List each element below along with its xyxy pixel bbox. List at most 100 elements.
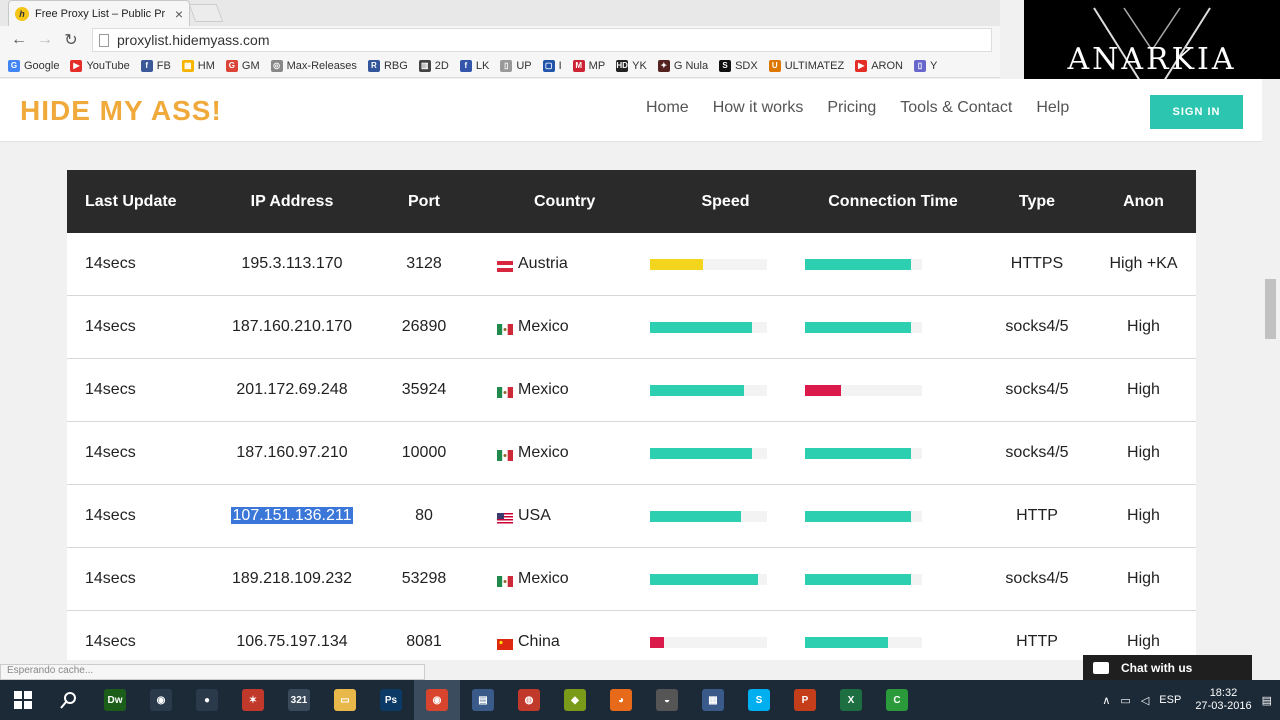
ip-text[interactable]: 187.160.97.210	[236, 444, 347, 461]
page-scrollbar[interactable]	[1262, 79, 1280, 660]
taskbar-skype-button[interactable]: S	[736, 680, 782, 720]
table-row[interactable]: 14secs 195.3.113.170 3128 Austria HTTPS High …	[67, 233, 1196, 296]
country-flag-icon	[497, 448, 513, 461]
bookmark-item[interactable]: ▶ YouTube	[70, 59, 130, 72]
taskbar-powerpoint-button[interactable]: P	[782, 680, 828, 720]
taskbar-app-13-button[interactable]: ◒	[644, 680, 690, 720]
browser-tab[interactable]: h Free Proxy List – Public Pr ×	[8, 0, 190, 26]
nav-pricing[interactable]: Pricing	[827, 99, 876, 117]
ip-text[interactable]: 189.218.109.232	[232, 570, 352, 587]
bookmark-item[interactable]: ▯ UP	[500, 59, 532, 72]
nav-tools-contact[interactable]: Tools & Contact	[900, 99, 1012, 117]
bookmark-item[interactable]: M MP	[572, 59, 605, 72]
sign-in-button[interactable]: SIGN IN	[1150, 95, 1243, 129]
ip-text[interactable]: 106.75.197.134	[236, 633, 347, 650]
selected-ip-text[interactable]: 107.151.136.211	[230, 507, 354, 524]
bookmark-item[interactable]: ▥ 2D	[418, 59, 449, 72]
notifications-icon[interactable]: ▤	[1262, 694, 1272, 707]
taskbar-app-14-button[interactable]: ▦	[690, 680, 736, 720]
bookmark-item[interactable]: R RBG	[367, 59, 408, 72]
language-indicator[interactable]: ESP	[1159, 694, 1181, 706]
firefox-icon: ◕	[610, 689, 632, 711]
table-row[interactable]: 14secs 189.218.109.232 53298 Mexico socks4/5…	[67, 548, 1196, 611]
taskbar-app-10-button[interactable]: ◍	[506, 680, 552, 720]
bookmark-item[interactable]: G Google	[8, 59, 59, 72]
forward-arrow-icon[interactable]: →	[32, 27, 58, 53]
ip-text[interactable]: 201.172.69.248	[236, 381, 347, 398]
start-button[interactable]	[0, 680, 46, 720]
clock[interactable]: 18:32 27-03-2016	[1195, 687, 1251, 713]
taskbar-app-9-button[interactable]: ▤	[460, 680, 506, 720]
header-type[interactable]: Type	[983, 193, 1091, 211]
speed-bar-fill	[650, 447, 752, 459]
bookmark-item[interactable]: ▯ Y	[913, 59, 937, 72]
taskbar-app-5-button[interactable]: 321	[276, 680, 322, 720]
system-tray: ∧ ▭ ◁ ESP 18:32 27-03-2016 ▤	[1092, 680, 1272, 720]
header-last-update[interactable]: Last Update	[67, 193, 217, 211]
bookmark-item[interactable]: f LK	[459, 59, 489, 72]
chat-widget-button[interactable]: Chat with us	[1083, 655, 1252, 680]
nav-home[interactable]: Home	[646, 99, 689, 117]
cell-speed	[648, 573, 803, 585]
photoshop-icon: Ps	[380, 689, 402, 711]
cell-speed	[648, 510, 803, 522]
table-row[interactable]: 14secs 106.75.197.134 8081 China HTTP High	[67, 611, 1196, 660]
bookmark-item[interactable]: ▦ HM	[181, 59, 215, 72]
site-logo[interactable]: HIDE MY ASS!	[20, 95, 222, 127]
bookmark-item[interactable]: ▶ ARON	[855, 59, 903, 72]
connection-bar-fill	[805, 384, 842, 396]
taskbar-camtasia-button[interactable]: C	[874, 680, 920, 720]
speed-bar	[650, 258, 767, 270]
cell-port: 53298	[401, 570, 447, 587]
taskbar-app-2-button[interactable]: ◉	[138, 680, 184, 720]
table-row[interactable]: 14secs 187.160.97.210 10000 Mexico socks4/5 H…	[67, 422, 1196, 485]
cell-connection-time	[803, 384, 983, 396]
cell-anon: High	[1127, 507, 1160, 524]
tray-chevron-icon[interactable]: ∧	[1102, 694, 1110, 707]
taskbar-firefox-button[interactable]: ◕	[598, 680, 644, 720]
volume-icon[interactable]: ◁	[1141, 694, 1149, 707]
taskbar-chrome-button[interactable]: ◉	[414, 680, 460, 720]
bookmark-label: FB	[156, 59, 171, 72]
taskbar-dreamweaver-button[interactable]: Dw	[92, 680, 138, 720]
table-row[interactable]: 14secs 201.172.69.248 35924 Mexico socks4/5 H…	[67, 359, 1196, 422]
bookmarks-bar: G Google ▶ YouTube f FB ▦ HM G GM ◎ Max-Releases R RB…	[0, 54, 1000, 78]
country-flag-icon	[497, 637, 513, 650]
nav-help[interactable]: Help	[1036, 99, 1069, 117]
search-button[interactable]	[46, 680, 92, 720]
taskbar-app-3-button[interactable]: ●	[184, 680, 230, 720]
nav-how-it-works[interactable]: How it works	[713, 99, 804, 117]
ip-text[interactable]: 187.160.210.170	[232, 318, 352, 335]
table-row[interactable]: 14secs 107.151.136.211 80 USA HTTP High	[67, 485, 1196, 548]
reload-icon[interactable]: ↻	[58, 27, 84, 53]
header-speed[interactable]: Speed	[648, 193, 803, 211]
tab-close-icon[interactable]: ×	[175, 6, 183, 22]
header-port[interactable]: Port	[367, 193, 481, 211]
scrollbar-thumb[interactable]	[1265, 279, 1276, 339]
bookmark-item[interactable]: S SDX	[719, 59, 758, 72]
address-bar[interactable]: proxylist.hidemyass.com	[92, 28, 992, 52]
new-tab-button[interactable]	[188, 4, 224, 22]
bookmark-item[interactable]: f FB	[140, 59, 171, 72]
taskbar-excel-button[interactable]: X	[828, 680, 874, 720]
bookmark-item[interactable]: ✦ G Nula	[657, 59, 708, 72]
taskbar-app-11-button[interactable]: ◆	[552, 680, 598, 720]
header-country[interactable]: Country	[481, 193, 648, 211]
bookmark-item[interactable]: U ULTIMATEZ	[768, 59, 844, 72]
header-connection-time[interactable]: Connection Time	[803, 193, 983, 211]
taskbar-app-4-button[interactable]: ✶	[230, 680, 276, 720]
bookmark-item[interactable]: HD YK	[616, 59, 647, 72]
ip-text[interactable]: 195.3.113.170	[241, 255, 342, 272]
back-arrow-icon[interactable]: ←	[6, 27, 32, 53]
table-row[interactable]: 14secs 187.160.210.170 26890 Mexico socks4/5…	[67, 296, 1196, 359]
bookmark-item[interactable]: ◎ Max-Releases	[270, 59, 357, 72]
bookmark-favicon-icon: ▥	[418, 59, 431, 72]
bookmark-label: YouTube	[86, 59, 130, 72]
network-icon[interactable]: ▭	[1120, 694, 1130, 707]
taskbar-photoshop-button[interactable]: Ps	[368, 680, 414, 720]
taskbar-file-explorer-button[interactable]: ▭	[322, 680, 368, 720]
bookmark-item[interactable]: G GM	[225, 59, 260, 72]
header-ip-address[interactable]: IP Address	[217, 193, 367, 211]
header-anon[interactable]: Anon	[1091, 193, 1196, 211]
bookmark-item[interactable]: ▢ I	[542, 59, 562, 72]
